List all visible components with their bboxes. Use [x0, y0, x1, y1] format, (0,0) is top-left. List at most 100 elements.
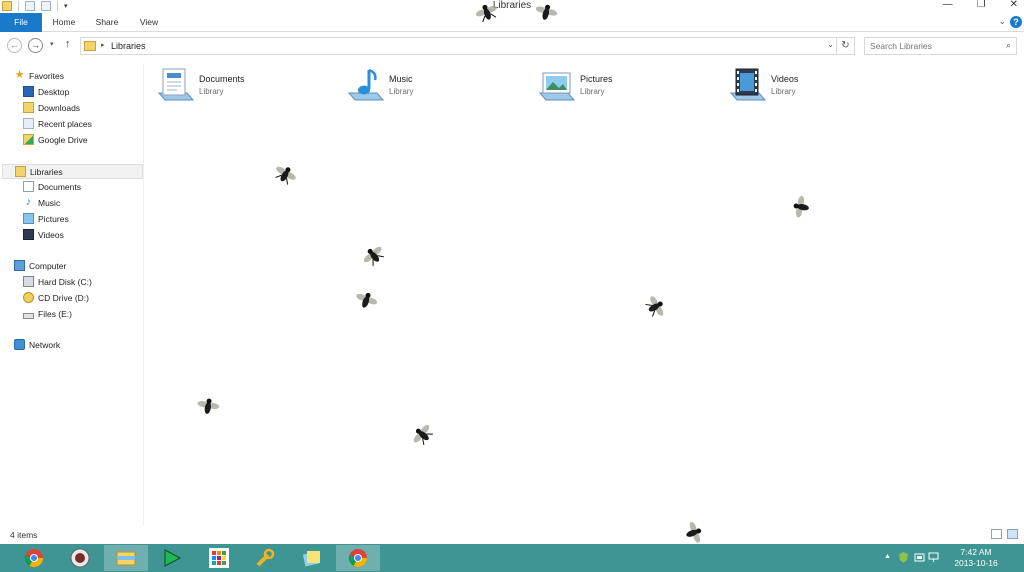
breadcrumb-libraries[interactable]: Libraries: [111, 40, 146, 53]
network-icon: [14, 339, 25, 351]
library-tile-pictures[interactable]: Pictures Library: [538, 66, 708, 106]
taskbar-app-tools[interactable]: [243, 545, 287, 571]
shield-icon[interactable]: [898, 552, 909, 563]
address-bar[interactable]: ▸ Libraries ⌄ ↻: [80, 37, 855, 55]
fly-icon: [475, 4, 497, 23]
refresh-button[interactable]: ↻: [836, 38, 854, 54]
nav-item-documents[interactable]: Documents: [23, 180, 81, 195]
tab-view[interactable]: View: [128, 13, 170, 32]
nav-libraries[interactable]: Libraries: [2, 164, 143, 179]
star-icon: ★: [14, 69, 25, 82]
tab-share[interactable]: Share: [86, 13, 128, 32]
library-tile-documents[interactable]: Documents Library: [157, 66, 327, 106]
show-hidden-icons-chevron-icon[interactable]: ▲: [884, 553, 891, 560]
up-button[interactable]: ↑: [65, 38, 71, 50]
nav-item-pictures[interactable]: Pictures: [23, 212, 69, 227]
address-dropdown-chevron-icon[interactable]: ⌄: [827, 40, 834, 49]
nav-label: Recent places: [38, 119, 92, 129]
clock[interactable]: 7:42 AM 2013-10-16: [950, 547, 1002, 569]
library-name: Pictures: [580, 74, 613, 84]
library-type: Library: [580, 87, 605, 96]
taskbar-app-sticky-notes[interactable]: [290, 545, 334, 571]
videos-icon: [23, 229, 34, 241]
help-icon[interactable]: ?: [1010, 16, 1022, 28]
downloads-icon: [23, 102, 34, 114]
taskbar-app-chrome-active[interactable]: [336, 545, 380, 571]
nav-label: Google Drive: [38, 135, 88, 145]
tools-icon: [256, 548, 275, 567]
view-switcher: [991, 529, 1018, 539]
fly-icon: [413, 424, 433, 445]
minimize-button[interactable]: —: [943, 0, 953, 10]
search-box[interactable]: ⌕: [864, 37, 1017, 55]
documents-library-icon: [157, 68, 195, 101]
library-tile-videos[interactable]: Videos Library: [729, 66, 899, 106]
taskbar-app-player[interactable]: [150, 545, 194, 571]
music-library-icon: [347, 68, 385, 101]
taskbar-app-winamp[interactable]: [58, 545, 102, 571]
nav-computer[interactable]: Computer: [14, 259, 66, 274]
taskbar-app-chrome[interactable]: [12, 545, 56, 571]
nav-item-videos[interactable]: Videos: [23, 228, 64, 243]
tab-file[interactable]: File: [0, 13, 42, 32]
library-tile-music[interactable]: Music Library: [347, 66, 517, 106]
nav-network[interactable]: Network: [14, 338, 60, 353]
nav-item-files-drive[interactable]: Files (E:): [23, 307, 72, 322]
library-type: Library: [771, 87, 796, 96]
large-icons-view-icon[interactable]: [1007, 529, 1018, 539]
file-explorer-icon: [116, 551, 136, 566]
taskbar-app-file-explorer[interactable]: [104, 545, 148, 571]
network-status-icon[interactable]: [928, 552, 939, 563]
nav-favorites[interactable]: ★ Favorites: [14, 69, 64, 84]
library-name: Videos: [771, 74, 799, 84]
maximize-button[interactable]: ❐: [977, 0, 986, 10]
taskbar-app-grid[interactable]: [197, 545, 241, 571]
libraries-icon: [15, 166, 26, 178]
fly-icon: [275, 166, 296, 185]
recent-locations-chevron-icon[interactable]: ▾: [50, 40, 54, 48]
address-row: ← → ▾ ↑ ▸ Libraries ⌄ ↻ ⌕: [0, 34, 1024, 58]
library-name: Music: [389, 74, 413, 84]
music-icon: ♪: [25, 196, 32, 209]
nav-label: Desktop: [38, 87, 70, 97]
forward-button[interactable]: →: [28, 38, 43, 53]
nav-item-downloads[interactable]: Downloads: [23, 101, 80, 116]
search-icon[interactable]: ⌕: [1006, 40, 1011, 51]
search-input[interactable]: [865, 38, 995, 54]
computer-icon: [14, 260, 25, 272]
nav-item-cd-drive[interactable]: CD Drive (D:): [23, 291, 89, 306]
libraries-icon: [84, 41, 96, 51]
fly-icon: [197, 398, 220, 414]
nav-label: Network: [29, 340, 61, 350]
tab-home[interactable]: Home: [42, 13, 86, 32]
nav-item-music[interactable]: ♪ Music: [23, 196, 60, 211]
breadcrumb-separator-icon[interactable]: ▸: [101, 41, 105, 49]
navigation-pane: ★ Favorites Desktop Downloads Recent plac…: [0, 64, 144, 526]
title-bar: ▾ Libraries — ❐ ✕: [0, 0, 1024, 13]
fly-icon: [363, 246, 384, 266]
close-button[interactable]: ✕: [1010, 0, 1018, 10]
nav-label: Favorites: [29, 71, 64, 81]
nav-label: CD Drive (D:): [38, 293, 89, 303]
window-controls: — ❐ ✕: [943, 0, 1018, 10]
power-icon[interactable]: [914, 552, 925, 563]
fly-icon: [645, 296, 664, 317]
clock-time: 7:42 AM: [960, 547, 992, 557]
nav-item-hard-disk[interactable]: Hard Disk (C:): [23, 275, 92, 290]
fly-icon: [356, 292, 378, 308]
nav-item-recent-places[interactable]: Recent places: [23, 117, 92, 132]
fly-icon: [686, 521, 702, 543]
nav-item-google-drive[interactable]: Google Drive: [23, 133, 88, 148]
clock-date: 2013-10-16: [954, 558, 998, 568]
library-name: Documents: [199, 74, 245, 84]
taskbar: ▲ 7:42 AM 2013-10-16: [0, 544, 1024, 572]
nav-label: Videos: [38, 230, 64, 240]
play-arrow-icon: [164, 549, 182, 567]
pictures-icon: [23, 213, 34, 225]
nav-item-desktop[interactable]: Desktop: [23, 85, 69, 100]
expand-ribbon-chevron-icon[interactable]: ⌄: [998, 16, 1006, 27]
window-title: Libraries: [492, 0, 532, 11]
details-view-icon[interactable]: [991, 529, 1002, 539]
status-bar: 4 items: [0, 526, 1024, 544]
back-button[interactable]: ←: [7, 38, 22, 53]
